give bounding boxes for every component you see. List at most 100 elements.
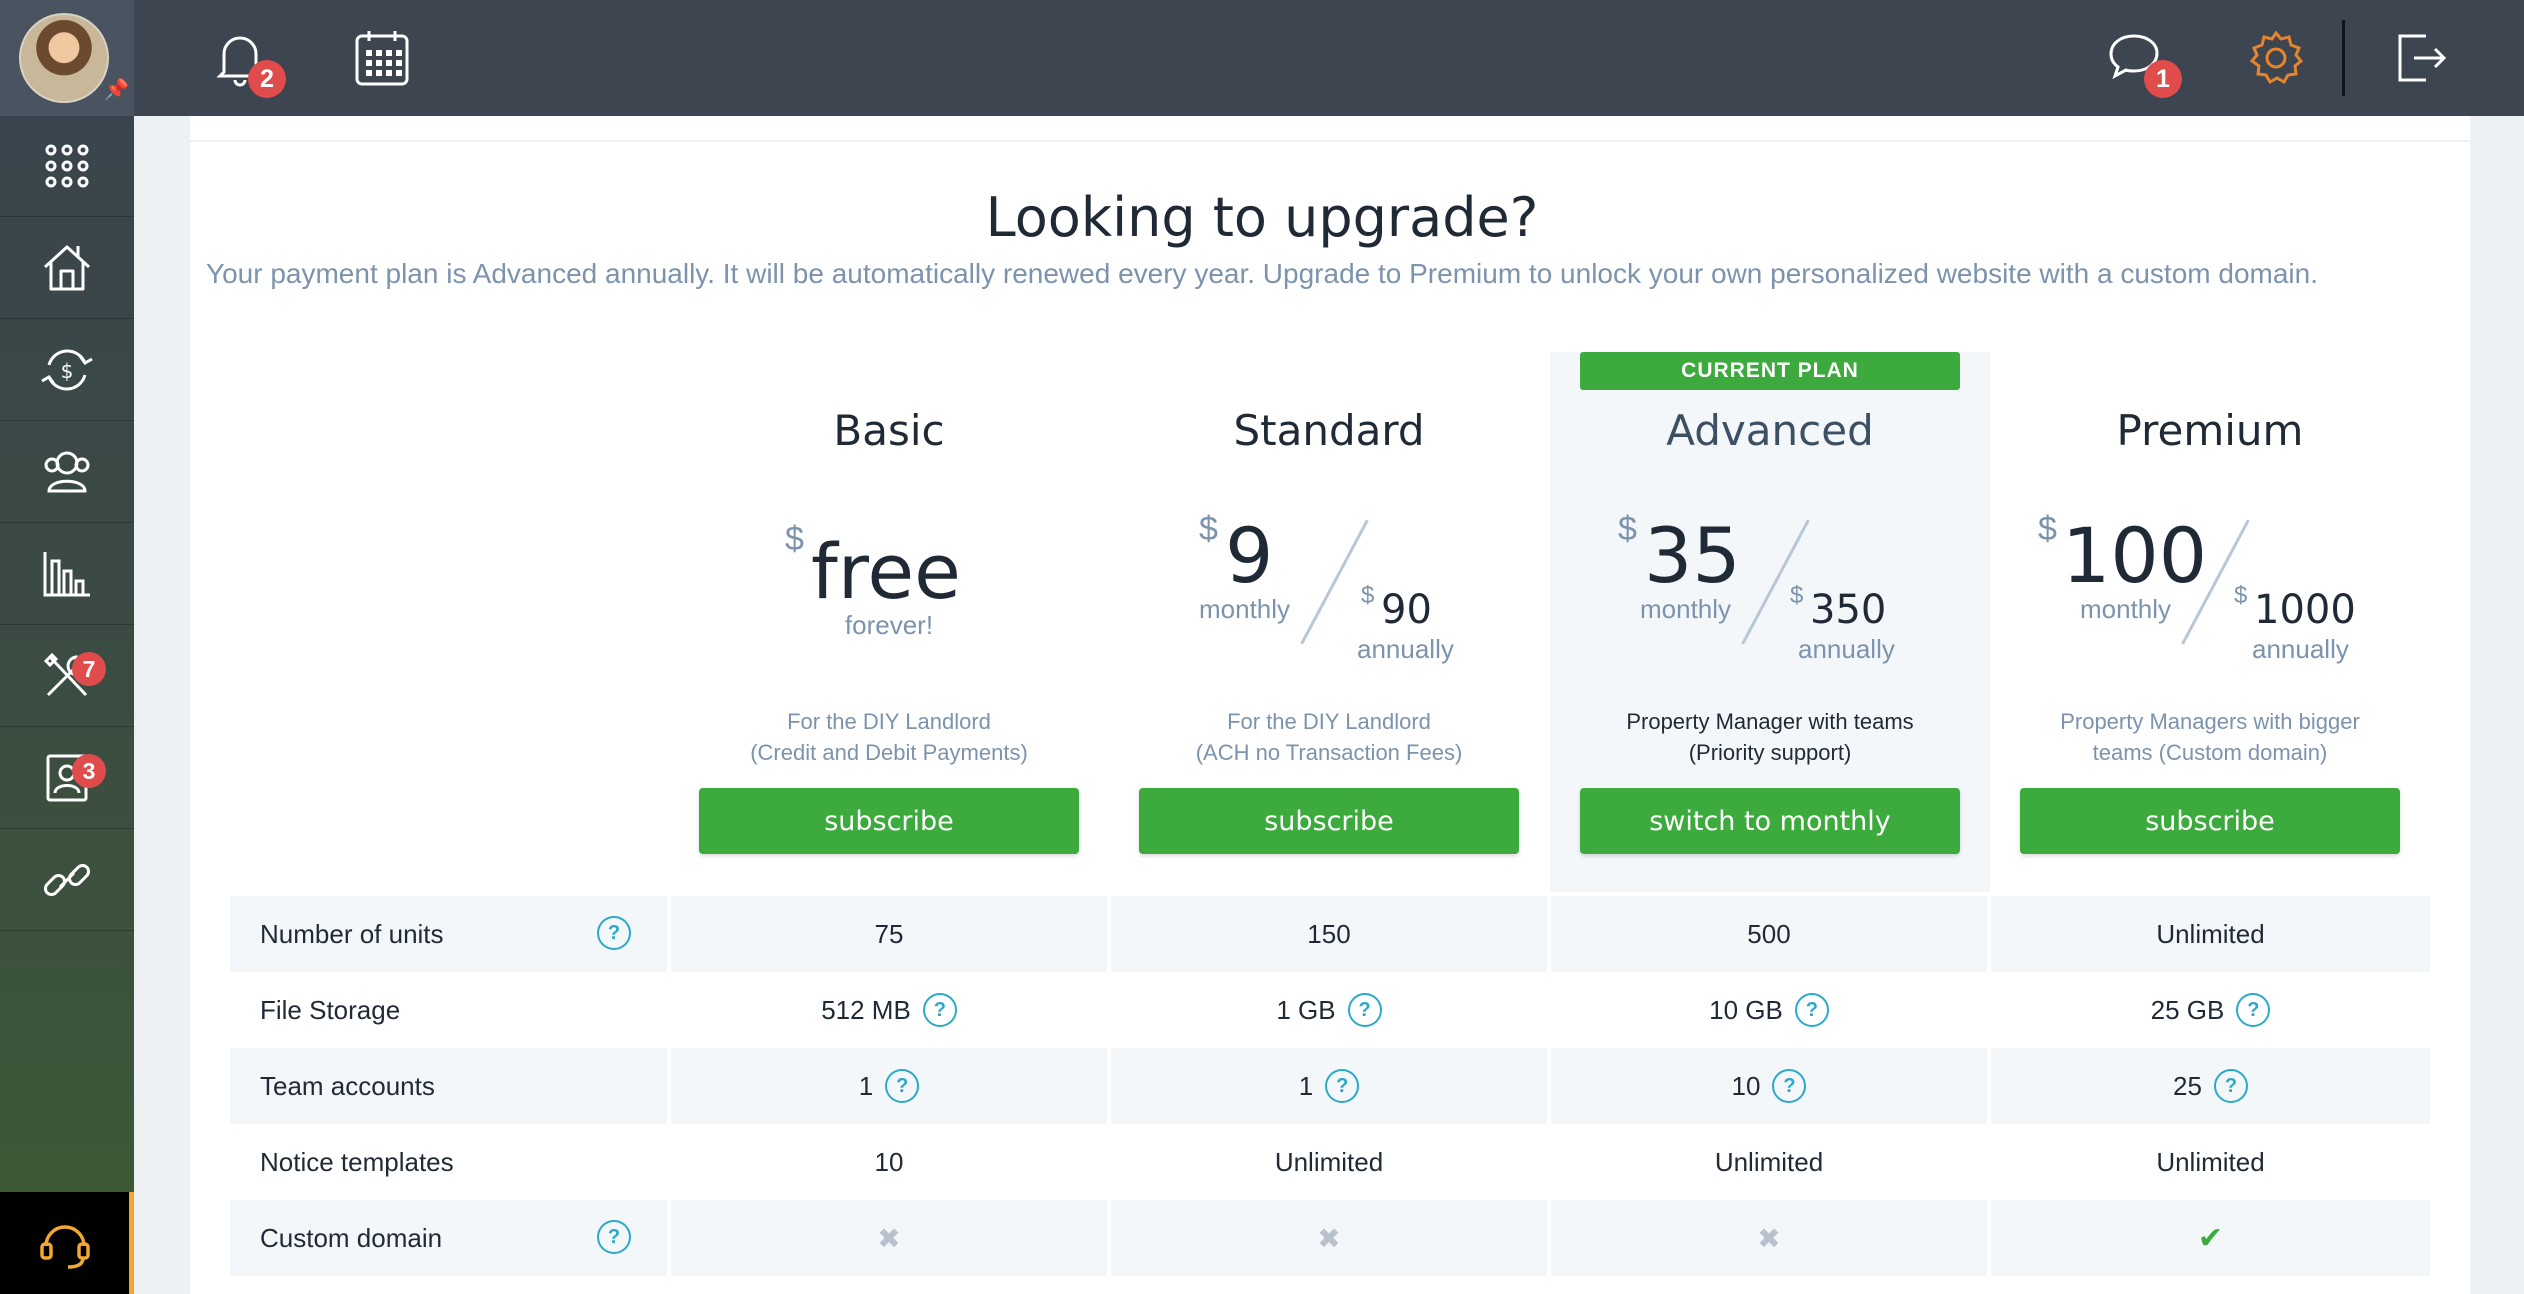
feature-value: Unlimited bbox=[1274, 1146, 1384, 1177]
cross-icon: ✖ bbox=[877, 1222, 901, 1254]
feature-value: 1 GB bbox=[1276, 994, 1336, 1025]
cross-icon: ✖ bbox=[1317, 1222, 1341, 1254]
annual-price: 350 bbox=[1810, 587, 1887, 633]
feature-value: Unlimited bbox=[2156, 1146, 2265, 1177]
annual-currency: $ bbox=[1790, 582, 1804, 609]
support-button[interactable] bbox=[0, 1192, 134, 1294]
price-premium: $ 100 monthly $ 1000 annually bbox=[1990, 500, 2430, 670]
currency-symbol: $ bbox=[2038, 510, 2057, 548]
annual-price: 1000 bbox=[2254, 587, 2356, 633]
link-icon bbox=[43, 863, 91, 897]
annual-currency: $ bbox=[2234, 582, 2248, 609]
topbar-divider bbox=[2342, 20, 2345, 96]
feature-value: Unlimited bbox=[2156, 918, 2265, 949]
page-title: Looking to upgrade? bbox=[985, 186, 1539, 249]
settings-button[interactable] bbox=[2246, 28, 2306, 88]
help-icon[interactable]: ? bbox=[885, 1069, 920, 1103]
help-icon[interactable]: ? bbox=[1347, 993, 1382, 1027]
maintenance-badge: 7 bbox=[72, 652, 106, 686]
help-icon[interactable]: ? bbox=[1772, 1069, 1807, 1103]
currency-symbol: $ bbox=[785, 520, 804, 558]
switch-to-monthly-button[interactable]: switch to monthly bbox=[1580, 788, 1960, 854]
check-icon: ✔ bbox=[2197, 1221, 2224, 1255]
subscribe-basic-button[interactable]: subscribe bbox=[699, 788, 1079, 854]
annual-label: annually bbox=[2252, 634, 2349, 664]
monthly-label: monthly bbox=[2080, 594, 2172, 624]
feature-value: 25 bbox=[2173, 1070, 2202, 1101]
feature-value: 10 GB bbox=[1709, 994, 1783, 1025]
gear-icon bbox=[2249, 30, 2304, 85]
apps-grid-icon bbox=[45, 144, 89, 188]
feature-value: 500 bbox=[1747, 918, 1791, 949]
top-bar: 2 1 bbox=[134, 0, 2524, 116]
help-icon[interactable]: ? bbox=[2213, 1069, 2248, 1103]
feature-value: 10 bbox=[874, 1146, 904, 1177]
help-icon[interactable]: ? bbox=[922, 993, 957, 1027]
feature-row-team-accounts: Team accounts 1? 1? 10? 25? bbox=[230, 1048, 2430, 1124]
sidebar-item-people[interactable] bbox=[0, 422, 134, 523]
feature-value: 512 MB bbox=[821, 994, 911, 1025]
monthly-price: 100 bbox=[2062, 511, 2208, 600]
feature-value: 150 bbox=[1307, 918, 1351, 949]
plan-desc-standard: For the DIY Landlord (ACH no Transaction… bbox=[1195, 709, 1463, 765]
cross-icon: ✖ bbox=[1757, 1222, 1781, 1254]
tenants-badge: 3 bbox=[72, 754, 106, 788]
sidebar-item-maintenance[interactable]: 7 bbox=[0, 626, 134, 727]
feature-row-storage: File Storage 512 MB? 1 GB? 10 GB? 25 GB? bbox=[230, 972, 2430, 1048]
feature-value: 1 bbox=[858, 1070, 874, 1101]
help-icon[interactable]: ? bbox=[597, 916, 631, 950]
plan-desc-basic: For the DIY Landlord (Credit and Debit P… bbox=[750, 709, 1028, 765]
logout-button[interactable] bbox=[2390, 28, 2450, 88]
plan-summary: Your payment plan is Advanced annually. … bbox=[205, 258, 2318, 289]
feature-value: 25 GB bbox=[2150, 994, 2225, 1025]
logout-icon bbox=[2398, 34, 2447, 82]
bar-chart-icon bbox=[43, 552, 90, 597]
help-icon[interactable]: ? bbox=[597, 1220, 631, 1254]
messages-button[interactable]: 1 bbox=[2106, 28, 2182, 98]
plan-desc-premium: Property Managers with bigger teams (Cus… bbox=[2060, 709, 2360, 765]
notifications-badge: 2 bbox=[248, 60, 286, 98]
messages-badge: 1 bbox=[2144, 60, 2182, 98]
users-icon bbox=[44, 451, 90, 493]
help-icon[interactable]: ? bbox=[2236, 993, 2271, 1027]
feature-label: Number of units bbox=[260, 918, 444, 949]
price-value: free bbox=[811, 527, 961, 616]
feature-row-units: Number of units ? 75 150 500 Unlimited bbox=[230, 896, 2430, 972]
feature-value: 1 bbox=[1298, 1070, 1314, 1101]
current-plan-tag: CURRENT PLAN bbox=[1580, 352, 1960, 390]
feature-label: File Storage bbox=[260, 994, 401, 1025]
feature-label: Team accounts bbox=[260, 1070, 435, 1101]
feature-label: Custom domain bbox=[260, 1222, 443, 1253]
sidebar-item-payments[interactable]: $ bbox=[0, 320, 134, 421]
feature-value: Unlimited bbox=[1714, 1146, 1824, 1177]
pin-icon[interactable]: 📌 bbox=[104, 80, 129, 100]
sidebar-item-links[interactable] bbox=[0, 830, 134, 931]
currency-symbol: $ bbox=[1618, 510, 1637, 548]
headset-icon bbox=[39, 1225, 90, 1269]
subscribe-standard-button[interactable]: subscribe bbox=[1139, 788, 1519, 854]
monthly-label: monthly bbox=[1199, 594, 1291, 624]
annual-label: annually bbox=[1357, 634, 1454, 664]
subscribe-premium-button[interactable]: subscribe bbox=[2020, 788, 2400, 854]
feature-row-notice-templates: Notice templates 10 Unlimited Unlimited … bbox=[230, 1124, 2430, 1200]
recurring-payment-icon: $ bbox=[41, 349, 93, 391]
plan-name-premium: Premium bbox=[2116, 406, 2304, 455]
plan-name-basic: Basic bbox=[833, 406, 945, 455]
annual-label: annually bbox=[1798, 634, 1895, 664]
price-note: forever! bbox=[844, 610, 934, 640]
user-profile[interactable]: 📌 bbox=[0, 0, 134, 116]
help-icon[interactable]: ? bbox=[1794, 993, 1829, 1027]
monthly-price: 9 bbox=[1225, 511, 1274, 600]
notifications-button[interactable]: 2 bbox=[210, 28, 286, 98]
avatar[interactable] bbox=[19, 13, 109, 103]
feature-row-custom-domain: Custom domain ? ✖ ✖ ✖ ✔ bbox=[230, 1200, 2430, 1276]
calendar-button[interactable] bbox=[352, 28, 412, 88]
svg-text:$: $ bbox=[61, 359, 74, 383]
feature-label: Notice templates bbox=[260, 1146, 454, 1177]
price-basic: $ free forever! bbox=[669, 500, 1109, 670]
plan-desc-advanced: Property Manager with teams (Priority su… bbox=[1626, 709, 1914, 765]
annual-currency: $ bbox=[1361, 582, 1375, 609]
help-icon[interactable]: ? bbox=[1325, 1069, 1360, 1103]
sidebar-item-reports[interactable] bbox=[0, 524, 134, 625]
sidebar-item-tenants[interactable]: 3 bbox=[0, 728, 134, 829]
